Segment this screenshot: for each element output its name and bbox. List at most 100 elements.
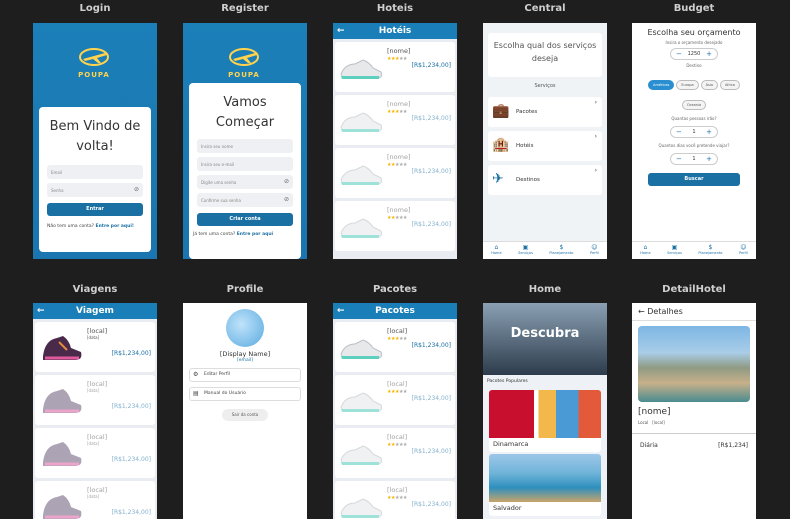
chip-asia[interactable]: Ásia [700, 80, 718, 90]
home-screen: Descubra Pacotes Populares Dinamarca Sal… [483, 303, 607, 519]
chip-americas[interactable]: Américas [648, 80, 675, 90]
days-label: Quantos dias você pretende viajar? [658, 143, 730, 148]
eye-icon[interactable]: ⊘ [284, 178, 289, 185]
list-item[interactable]: [local] [data] [R$1,234,00] [35, 322, 155, 372]
nav-perfil[interactable]: ☺ Perfil [590, 242, 599, 259]
list-item[interactable]: [nome] ★★★★★ [R$1,234,00] [335, 42, 455, 92]
item-name: [local] [87, 486, 108, 494]
item-price: [R$1,234,00] [411, 342, 451, 349]
email-field[interactable]: Email [47, 165, 143, 179]
rating-stars: ★★★★★ [387, 389, 407, 395]
password-field[interactable]: Digite uma senha ⊘ [197, 175, 293, 189]
minus-icon[interactable]: − [676, 50, 682, 58]
central-screen: Escolha qual dos serviços deseja Serviço… [483, 23, 607, 259]
list-item[interactable]: [local] ★★★★★ [R$1,234,00] [335, 322, 455, 372]
service-hoteis[interactable]: 🏨 Hotéis › [488, 131, 602, 161]
confirm-password-field[interactable]: Confirme sua senha ⊘ [197, 193, 293, 207]
item-name: [local] [87, 433, 108, 441]
briefcase-icon: ▣ [522, 244, 529, 251]
create-account-button[interactable]: Criar conta [197, 213, 293, 226]
logout-button[interactable]: Sair da conta [222, 409, 268, 421]
item-price: [R$1,234,00] [411, 168, 451, 175]
nav-planejamento[interactable]: $ Planejamento [549, 242, 573, 259]
chip-oceania[interactable]: Oceania [681, 100, 707, 110]
signup-link[interactable]: Entre por aqui! [96, 224, 134, 229]
login-button[interactable]: Entrar [47, 203, 143, 216]
list-item[interactable]: [nome] ★★★★★ [R$1,234,00] [335, 148, 455, 198]
list-item[interactable]: [nome] ★★★★★ [R$1,234,00] [335, 95, 455, 145]
chevron-right-icon: › [594, 133, 597, 140]
people-stepper[interactable]: − 1 + [670, 126, 718, 138]
days-stepper[interactable]: − 1 + [670, 153, 718, 165]
plane-logo-icon [229, 48, 259, 66]
name-field[interactable]: Insira seu nome [197, 139, 293, 153]
nav-planejamento[interactable]: $ Planejamento [698, 242, 722, 259]
item-price: [R$1,234,00] [111, 509, 151, 516]
plus-icon[interactable]: + [706, 155, 712, 163]
list-item[interactable]: [local] [data] [R$1,234,00] [35, 428, 155, 478]
back-arrow-icon[interactable]: ← [337, 303, 345, 319]
item-name: [local] [387, 327, 408, 335]
days-value: 1 [692, 156, 696, 162]
password-field[interactable]: Senha ⊘ [47, 183, 143, 197]
nav-home[interactable]: ⌂ Home [491, 242, 501, 259]
eye-icon[interactable]: ⊘ [134, 186, 139, 193]
back-arrow-icon[interactable]: ← [638, 307, 645, 316]
shoe-image [43, 442, 82, 466]
rating-stars: ★★★★★ [387, 109, 407, 115]
nav-servicos[interactable]: ▣ Serviços [667, 242, 682, 259]
service-destinos[interactable]: ✈ Destinos › [488, 165, 602, 195]
back-arrow-icon[interactable]: ← [37, 303, 45, 319]
item-name: [local] [87, 380, 108, 388]
popular-label: Pacotes Populares [487, 379, 528, 384]
nav-servicos[interactable]: ▣ Serviços [518, 242, 533, 259]
sneaker-image [340, 112, 382, 132]
plus-icon[interactable]: + [706, 128, 712, 136]
logo-text: POUPA [78, 71, 110, 79]
register-screen-title: Register [221, 3, 269, 14]
user-email: [email] [237, 358, 253, 363]
nav-home[interactable]: ⌂ Home [640, 242, 650, 259]
home-icon: ⌂ [643, 244, 648, 251]
briefcase-icon: 💼 [492, 103, 510, 119]
list-item[interactable]: [nome] ★★★★★ [R$1,234,00] [335, 201, 455, 251]
minus-icon[interactable]: − [676, 128, 682, 136]
user-manual-button[interactable]: ▤ Manual do Usuário [189, 387, 301, 401]
display-name: [Display Name] [219, 350, 271, 358]
destination-card[interactable]: Salvador [489, 454, 601, 516]
list-item[interactable]: [local] ★★★★★ [R$1,234,00] [335, 375, 455, 425]
detail-screen-title: DetailHotel [662, 284, 726, 295]
hotel-image [638, 326, 750, 402]
list-item[interactable]: [local] [data] [R$1,234,00] [35, 481, 155, 519]
login-prompt: Já tem uma conta? Entre por aqui [189, 232, 301, 237]
chevron-right-icon: › [594, 99, 597, 106]
avatar[interactable] [226, 309, 264, 347]
list-item[interactable]: [local] ★★★★★ [R$1,234,00] [335, 481, 455, 519]
destination-label: Destino [686, 63, 702, 68]
welcome-heading: Bem Vindo de volta! [49, 119, 141, 154]
plus-icon[interactable]: + [706, 50, 712, 58]
search-button[interactable]: Buscar [648, 173, 740, 186]
budget-stepper[interactable]: −1250 + [670, 48, 718, 60]
list-item[interactable]: [local] [data] [R$1,234,00] [35, 375, 155, 425]
back-arrow-icon[interactable]: ← [337, 23, 345, 39]
eye-icon[interactable]: ⊘ [284, 196, 289, 203]
service-pacotes[interactable]: 💼 Pacotes › [488, 97, 602, 127]
service-label: Destinos [516, 177, 540, 183]
login-link[interactable]: Entre por aqui [237, 232, 273, 237]
list-item[interactable]: [local] ★★★★★ [R$1,234,00] [335, 428, 455, 478]
sneaker-image [340, 218, 382, 238]
nav-perfil[interactable]: ☺ Perfil [739, 242, 748, 259]
destination-image [489, 390, 601, 438]
chip-africa[interactable]: Africa [719, 80, 740, 90]
password-placeholder: Digite uma senha [201, 180, 237, 185]
central-screen-title: Central [524, 3, 566, 14]
shoe-image [43, 389, 82, 413]
minus-icon[interactable]: − [676, 155, 682, 163]
email-field[interactable]: Insira seu e-mail [197, 157, 293, 171]
airplane-icon: ✈ [492, 171, 504, 187]
destination-card[interactable]: Dinamarca [489, 390, 601, 452]
edit-profile-button[interactable]: ⚙ Editar Perfil [189, 368, 301, 382]
chip-europa[interactable]: Europa [676, 80, 699, 90]
user-icon: ☺ [591, 244, 598, 251]
